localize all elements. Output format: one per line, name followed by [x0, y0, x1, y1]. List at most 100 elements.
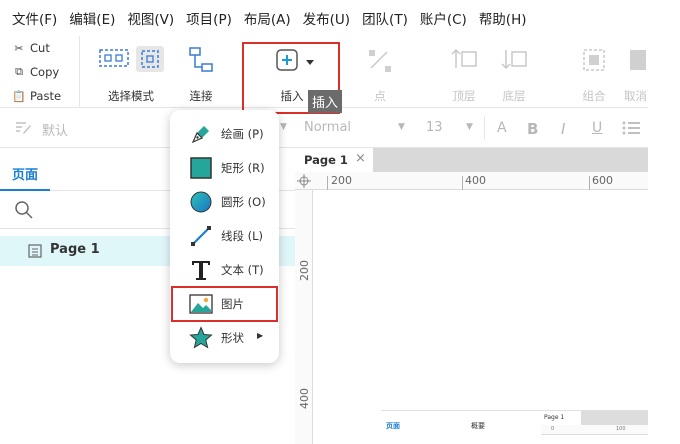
copy-button[interactable]: ⧉ Copy — [12, 65, 59, 79]
select-mode-label: 选择模式 — [108, 89, 154, 103]
ruler-label-v400: 400 — [298, 388, 311, 409]
group-label: 组合 — [582, 89, 606, 103]
bring-to-top-button[interactable]: 顶层 — [446, 42, 482, 106]
tab-pages[interactable]: 页面 — [12, 164, 38, 183]
canvas-area: Page 1 × 200 400 600 200 400 — [295, 148, 648, 444]
vertical-ruler: 200 400 — [295, 190, 313, 444]
italic-icon[interactable]: I — [561, 120, 565, 138]
line-icon — [191, 226, 211, 246]
ruler-tick — [589, 176, 590, 190]
insert-shape-label: 形状 — [221, 331, 244, 345]
circle-icon — [190, 191, 212, 213]
divider — [484, 116, 485, 140]
ruler-label-400: 400 — [465, 174, 486, 187]
insert-pen-label: 绘画 (P) — [221, 127, 264, 141]
copy-label: Copy — [30, 65, 60, 79]
bottom-layer-icon — [501, 50, 527, 70]
insert-pen-item[interactable]: 绘画 (P) — [170, 117, 279, 151]
point-label: 点 — [374, 89, 386, 103]
bottom-layer-label: 底层 — [502, 89, 526, 103]
bold-icon[interactable]: B — [527, 120, 538, 138]
top-layer-icon — [451, 48, 477, 68]
menu-edit[interactable]: 编辑(E) — [69, 8, 115, 28]
thumb-ruler-0: 0 — [551, 426, 555, 432]
cut-button[interactable]: ✂ Cut — [12, 41, 50, 55]
canvas-page-tab[interactable]: Page 1 × — [295, 148, 373, 172]
search-icon[interactable] — [14, 200, 34, 220]
menu-help[interactable]: 帮助(H) — [479, 8, 527, 28]
insert-line-item[interactable]: 线段 (L) — [170, 219, 279, 253]
menu-project[interactable]: 项目(P) — [186, 8, 232, 28]
clipboard-group: ✂ Cut ⧉ Copy 📋 Paste — [0, 36, 80, 108]
list-icon[interactable] — [622, 121, 640, 135]
group-button[interactable]: 组合 — [576, 42, 612, 106]
menu-file[interactable]: 文件(F) — [12, 8, 57, 28]
group-icon — [583, 49, 605, 71]
insert-line-label: 线段 (L) — [221, 229, 264, 243]
paste-label: Paste — [30, 89, 62, 103]
close-icon[interactable]: × — [355, 151, 366, 166]
thumb-page-tab: Page 1 — [541, 411, 581, 425]
scissors-icon: ✂ — [14, 41, 24, 55]
connect-button[interactable]: 连接 — [183, 42, 219, 106]
size-caret-icon: ▼ — [466, 122, 473, 132]
pen-icon — [191, 126, 209, 144]
ungroup-button[interactable]: 取消 — [622, 42, 648, 106]
menu-layout[interactable]: 布局(A) — [244, 8, 291, 28]
ruler-tick — [327, 176, 328, 190]
connect-icon — [189, 47, 213, 72]
thumb-overview-tab: 概要 — [471, 422, 485, 430]
style-select[interactable]: 默认 — [42, 120, 68, 139]
cut-label: Cut — [30, 41, 50, 55]
thumb-ruler-100: 100 — [616, 426, 626, 432]
thumbnail-preview: 页面 概要 Page 1 0 100 — [381, 410, 648, 444]
menu-bar: 文件(F) 编辑(E) 视图(V) 项目(P) 布局(A) 发布(U) 团队(T… — [0, 0, 648, 36]
copy-icon: ⧉ — [15, 65, 23, 78]
crosshair-icon — [297, 174, 311, 188]
paste-button[interactable]: 📋 Paste — [12, 89, 61, 103]
style-bar: 默认 ▼ Normal ▼ 13 ▼ A B I U — [0, 108, 648, 148]
thumb-pages-tab: 页面 — [386, 422, 400, 430]
select-mode-icon — [99, 46, 164, 72]
menu-team[interactable]: 团队(T) — [362, 8, 408, 28]
page-icon — [28, 244, 42, 258]
ruler-label-600: 600 — [592, 174, 613, 187]
style-brush-icon — [16, 122, 31, 134]
insert-circle-item[interactable]: 圆形 (O) — [170, 185, 279, 219]
insert-dropdown: 绘画 (P) 矩形 (R) 圆形 (O) 线段 (L) 文本 (T) 图片 形状… — [170, 110, 279, 363]
menu-view[interactable]: 视图(V) — [127, 8, 174, 28]
tab-active-indicator — [0, 189, 50, 191]
font-size-select[interactable]: 13 — [426, 120, 443, 135]
ruler-label-200: 200 — [331, 174, 352, 187]
insert-text-item[interactable]: 文本 (T) — [170, 253, 279, 287]
text-icon — [192, 261, 210, 280]
insert-shape-item[interactable]: 形状 ▶ — [170, 321, 279, 355]
send-to-bottom-button[interactable]: 底层 — [496, 42, 532, 106]
image-item-highlight — [171, 286, 278, 322]
ruler-label-v200: 200 — [298, 260, 311, 281]
font-caret-icon: ▼ — [398, 122, 405, 132]
font-select[interactable]: Normal — [304, 120, 351, 135]
ruler-tick — [462, 176, 463, 190]
star-icon — [189, 326, 213, 349]
insert-rectangle-item[interactable]: 矩形 (R) — [170, 151, 279, 185]
menu-publish[interactable]: 发布(U) — [303, 8, 350, 28]
point-icon — [369, 50, 391, 72]
insert-rectangle-label: 矩形 (R) — [221, 161, 265, 175]
font-color-icon[interactable]: A — [497, 120, 507, 136]
submenu-arrow-icon: ▶ — [257, 331, 264, 340]
select-mode-button[interactable]: 选择模式 — [99, 42, 164, 106]
insert-text-label: 文本 (T) — [221, 263, 264, 277]
rectangle-icon — [190, 157, 212, 179]
top-layer-label: 顶层 — [452, 89, 476, 103]
paste-icon: 📋 — [12, 89, 26, 103]
thumb-ruler: 0 100 — [541, 425, 648, 435]
horizontal-ruler: 200 400 600 — [295, 172, 648, 190]
ungroup-label: 取消 — [624, 89, 647, 103]
underline-icon[interactable]: U — [592, 120, 602, 136]
connect-label: 连接 — [189, 89, 213, 103]
page-label: Page 1 — [50, 242, 100, 257]
menu-account[interactable]: 账户(C) — [420, 8, 467, 28]
point-button[interactable]: 点 — [364, 42, 396, 106]
style-caret-icon: ▼ — [280, 122, 287, 132]
